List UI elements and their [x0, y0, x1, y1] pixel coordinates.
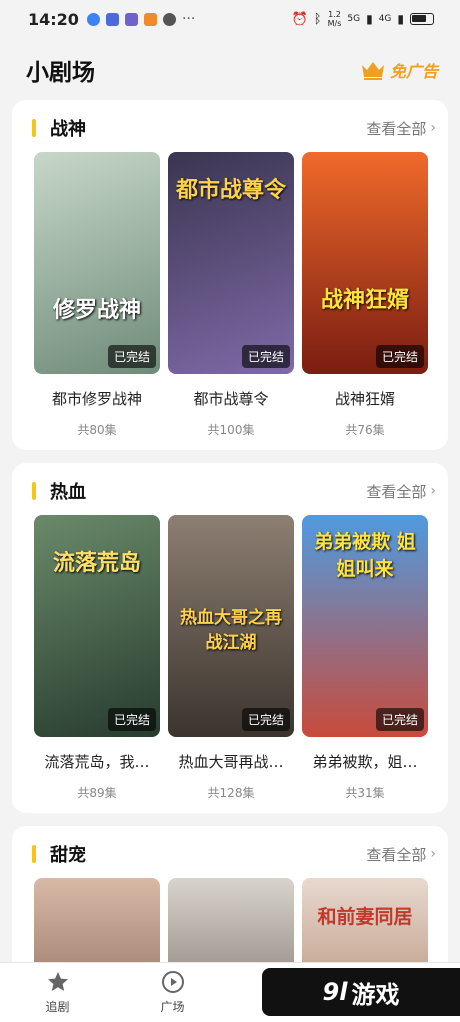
section-title: 战神 — [50, 119, 86, 140]
speed-unit: M/s — [327, 19, 342, 28]
drama-poster[interactable]: 修罗战神 已完结 — [34, 152, 160, 374]
card-list: 修罗战神 已完结 都市修罗战神 共80集 都市战尊令 已完结 都市战尊令 共10… — [34, 152, 428, 438]
drama-poster[interactable]: 热血大哥之再战江湖 已完结 — [168, 515, 294, 737]
section-title: 热血 — [50, 482, 86, 503]
watermark-logo: 9l 游戏 — [262, 968, 460, 1016]
card-list: 流落荒岛 已完结 流落荒岛，我… 共89集 热血大哥之再战江湖 已完结 热血大哥… — [34, 515, 428, 801]
app-icon — [124, 12, 138, 26]
drama-card[interactable]: 战神狂婿 已完结 战神狂婿 共76集 — [302, 152, 428, 438]
status-badge: 已完结 — [241, 345, 290, 368]
drama-card[interactable]: 都市战尊令 已完结 都市战尊令 共100集 — [168, 152, 294, 438]
wechat-icon — [162, 12, 176, 26]
see-all-link[interactable]: 查看全部 › — [366, 118, 436, 139]
poster-title: 热血大哥之再战江湖 — [180, 608, 282, 653]
app-icon — [143, 12, 157, 26]
drama-title: 弟弟被欺，姐… — [312, 753, 418, 771]
section-zhanshen: 战神 查看全部 › 修罗战神 已完结 都市修罗战神 共80集 都市战尊令 已完结… — [12, 100, 448, 450]
section-accent-bar — [32, 482, 36, 500]
ad-free-button[interactable]: 免广告 — [360, 58, 438, 82]
watermark-number: 9l — [322, 978, 348, 1006]
status-badge: 已完结 — [241, 708, 290, 731]
network-speed: 1.2 M/s — [328, 10, 342, 28]
header: 小剧场 免广告 — [0, 48, 460, 92]
poster-title: 都市战尊令 — [175, 178, 286, 203]
drama-poster[interactable]: 战神狂婿 已完结 — [302, 152, 428, 374]
nav-item-guangchang[interactable]: 广场 — [115, 963, 230, 1022]
alarm-icon: ⏰ — [291, 11, 308, 27]
poster-title: 战神狂婿 — [320, 288, 409, 313]
drama-title: 都市战尊令 — [193, 390, 269, 408]
drama-title: 都市修罗战神 — [51, 390, 142, 408]
episode-count: 共76集 — [345, 423, 385, 437]
see-all-label: 查看全部 — [366, 845, 427, 864]
episode-count: 共89集 — [77, 786, 117, 800]
battery-icon — [410, 13, 434, 25]
chevron-right-icon: › — [430, 483, 436, 499]
app-icon — [105, 12, 119, 26]
chevron-right-icon: › — [430, 120, 436, 136]
section-header: 甜宠 查看全部 › — [12, 840, 448, 868]
signal-5g: 5G — [347, 14, 361, 24]
section-accent-bar — [32, 845, 36, 863]
drama-poster[interactable]: 流落荒岛 已完结 — [34, 515, 160, 737]
status-bar: 14:20 ··· ⏰ ᛒ 1.2 M/s 5G ▮ 4G ▮ — [0, 0, 460, 38]
episode-count: 共31集 — [345, 786, 385, 800]
see-all-link[interactable]: 查看全部 › — [366, 481, 436, 502]
drama-card[interactable]: 流落荒岛 已完结 流落荒岛，我… 共89集 — [34, 515, 160, 801]
section-header: 战神 查看全部 › — [12, 114, 448, 142]
drama-card[interactable]: 修罗战神 已完结 都市修罗战神 共80集 — [34, 152, 160, 438]
drama-title: 流落荒岛，我… — [44, 753, 150, 771]
star-icon — [47, 972, 68, 991]
status-badge: 已完结 — [107, 708, 156, 731]
nav-label: 追剧 — [45, 1000, 70, 1014]
system-icons: ⏰ ᛒ 1.2 M/s 5G ▮ 4G ▮ — [292, 10, 434, 28]
signal-4g: 4G — [378, 14, 392, 24]
nav-label: 广场 — [160, 1000, 185, 1014]
drama-card[interactable]: 热血大哥之再战江湖 已完结 热血大哥再战… 共128集 — [168, 515, 294, 801]
drama-poster[interactable]: 弟弟被欺 姐姐叫来 已完结 — [302, 515, 428, 737]
see-all-label: 查看全部 — [366, 482, 427, 501]
drama-title: 战神狂婿 — [334, 390, 395, 408]
speed-value: 1.2 — [328, 10, 341, 19]
ad-free-label: 免广告 — [389, 62, 438, 81]
episode-count: 共128集 — [207, 786, 255, 800]
episode-count: 共100集 — [207, 423, 255, 437]
chevron-right-icon: › — [430, 846, 436, 862]
see-all-link[interactable]: 查看全部 › — [366, 844, 436, 865]
play-icon — [161, 971, 184, 993]
crown-icon — [361, 62, 384, 80]
drama-card[interactable]: 弟弟被欺 姐姐叫来 已完结 弟弟被欺，姐… 共31集 — [302, 515, 428, 801]
signal-icon: ▮ — [366, 12, 373, 26]
signal-icon: ▮ — [397, 12, 404, 26]
notification-icons: ··· — [86, 11, 196, 27]
status-badge: 已完结 — [375, 345, 424, 368]
drama-poster[interactable]: 都市战尊令 已完结 — [168, 152, 294, 374]
shield-icon — [86, 12, 100, 26]
see-all-label: 查看全部 — [366, 119, 427, 138]
drama-title: 热血大哥再战… — [178, 753, 284, 771]
section-rexue: 热血 查看全部 › 流落荒岛 已完结 流落荒岛，我… 共89集 热血大哥之再战江… — [12, 463, 448, 813]
poster-title: 修罗战神 — [52, 298, 141, 323]
section-header: 热血 查看全部 › — [12, 477, 448, 505]
more-icon: ··· — [181, 11, 196, 27]
poster-title: 弟弟被欺 姐姐叫来 — [314, 531, 416, 580]
bluetooth-icon: ᛒ — [313, 11, 322, 27]
watermark-text: 游戏 — [351, 980, 400, 1009]
status-time: 14:20 — [28, 9, 79, 29]
nav-item-zhuiju[interactable]: 追剧 — [0, 963, 115, 1022]
section-accent-bar — [32, 119, 36, 137]
page-title: 小剧场 — [26, 60, 95, 86]
poster-title: 和前妻同居 — [317, 906, 413, 928]
poster-title: 流落荒岛 — [52, 551, 141, 576]
episode-count: 共80集 — [77, 423, 117, 437]
status-badge: 已完结 — [375, 708, 424, 731]
status-badge: 已完结 — [107, 345, 156, 368]
section-title: 甜宠 — [50, 845, 86, 866]
